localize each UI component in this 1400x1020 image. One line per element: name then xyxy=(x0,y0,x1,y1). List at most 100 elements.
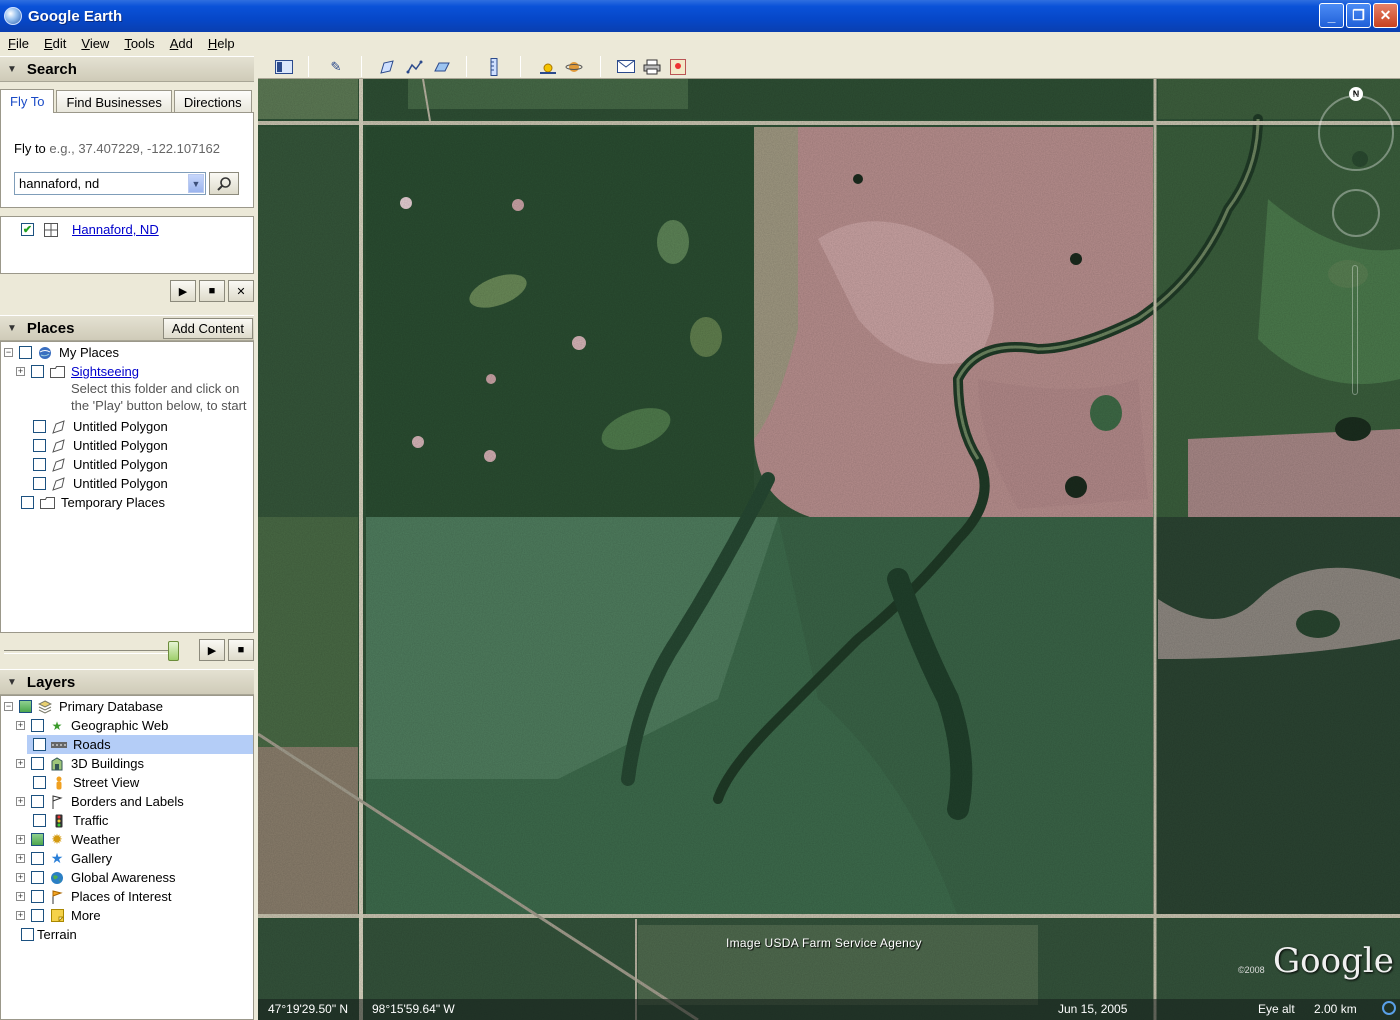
search-panel-header[interactable]: ▼ Search xyxy=(0,56,254,82)
path-tool-icon[interactable] xyxy=(405,57,425,76)
menu-help[interactable]: Help xyxy=(200,36,242,51)
tab-fly-to[interactable]: Fly To xyxy=(0,89,55,113)
layer-primary-database[interactable]: − Primary Database xyxy=(4,697,163,716)
planet-icon[interactable] xyxy=(564,57,584,76)
flag-icon xyxy=(49,794,65,809)
layer-terrain[interactable]: Terrain xyxy=(21,925,77,944)
layer-3d-buildings[interactable]: + 3D Buildings xyxy=(16,754,144,773)
tab-find-businesses[interactable]: Find Businesses xyxy=(56,90,172,113)
expand-toggle[interactable]: + xyxy=(16,835,25,844)
checkbox[interactable] xyxy=(31,719,44,732)
expand-toggle[interactable]: + xyxy=(16,854,25,863)
ruler-icon[interactable] xyxy=(484,57,504,76)
menu-add[interactable]: Add xyxy=(162,36,200,51)
layer-traffic[interactable]: Traffic xyxy=(33,811,108,830)
maximize-button[interactable]: ❐ xyxy=(1346,3,1371,28)
checkbox[interactable] xyxy=(31,852,44,865)
tree-item-polygon[interactable]: Untitled Polygon xyxy=(33,474,168,493)
search-result-item[interactable]: ✔ Hannaford, ND xyxy=(21,222,159,237)
checkbox[interactable] xyxy=(33,420,46,433)
play-button[interactable]: ▶ xyxy=(170,280,196,302)
checkbox[interactable] xyxy=(33,439,46,452)
expand-toggle[interactable]: + xyxy=(16,721,25,730)
tree-item-polygon[interactable]: Untitled Polygon xyxy=(33,417,168,436)
menu-view[interactable]: View xyxy=(73,36,116,51)
menu-edit[interactable]: Edit xyxy=(36,36,73,51)
layers-panel-header[interactable]: ▼ Layers xyxy=(0,669,254,695)
expand-toggle[interactable]: + xyxy=(16,911,25,920)
zoom-slider[interactable] xyxy=(1352,265,1358,395)
menu-tools[interactable]: Tools xyxy=(116,36,161,51)
layer-street-view[interactable]: Street View xyxy=(33,773,139,792)
map-view[interactable]: N Image USDA Farm Service Agency ©2008 G… xyxy=(258,79,1400,1020)
navigation-control[interactable]: N xyxy=(1316,87,1396,417)
checkbox[interactable] xyxy=(19,346,32,359)
checkbox[interactable] xyxy=(33,814,46,827)
expand-toggle[interactable]: + xyxy=(16,797,25,806)
checkbox[interactable] xyxy=(33,477,46,490)
checkbox[interactable] xyxy=(21,496,34,509)
placemark-grid-icon xyxy=(43,222,59,237)
checkbox[interactable] xyxy=(21,928,34,941)
places-panel-header[interactable]: ▼ Places Add Content xyxy=(0,315,254,341)
expand-toggle[interactable]: + xyxy=(16,892,25,901)
checkbox[interactable] xyxy=(33,458,46,471)
tree-item-polygon[interactable]: Untitled Polygon xyxy=(33,436,168,455)
checkbox[interactable] xyxy=(31,757,44,770)
add-content-button[interactable]: Add Content xyxy=(162,318,253,339)
checkbox[interactable] xyxy=(31,890,44,903)
layer-gallery[interactable]: + ★ Gallery xyxy=(16,849,112,868)
print-icon[interactable] xyxy=(642,57,662,76)
result-link[interactable]: Hannaford, ND xyxy=(72,222,159,237)
expand-toggle[interactable]: + xyxy=(16,367,25,376)
expand-toggle[interactable]: + xyxy=(16,759,25,768)
collapse-toggle[interactable]: − xyxy=(4,702,13,711)
placemark-pin-icon[interactable]: ✎ xyxy=(326,57,346,76)
checkbox[interactable] xyxy=(19,700,32,713)
checkbox[interactable] xyxy=(31,795,44,808)
layer-places-of-interest[interactable]: + Places of Interest xyxy=(16,887,171,906)
checkbox[interactable] xyxy=(31,871,44,884)
checkbox[interactable] xyxy=(33,776,46,789)
layer-more[interactable]: + More xyxy=(16,906,101,925)
chevron-down-icon[interactable]: ▼ xyxy=(188,174,204,193)
close-window-button[interactable]: ✕ xyxy=(1373,3,1398,28)
clear-results-button[interactable]: ✕ xyxy=(228,280,254,302)
layer-borders-labels[interactable]: + Borders and Labels xyxy=(16,792,184,811)
google-maps-icon[interactable] xyxy=(668,57,688,76)
look-joystick-ring[interactable] xyxy=(1318,95,1394,171)
layer-roads[interactable]: Roads xyxy=(27,735,253,754)
move-joystick-ring[interactable] xyxy=(1332,189,1380,237)
places-tree: − My Places + Sightseeing Select this fo… xyxy=(0,341,254,633)
expand-toggle[interactable]: + xyxy=(16,873,25,882)
stop-button[interactable]: ■ xyxy=(199,280,225,302)
result-checkbox[interactable]: ✔ xyxy=(21,223,34,236)
menu-file[interactable]: File xyxy=(0,36,36,51)
checkbox[interactable] xyxy=(31,833,44,846)
image-overlay-icon[interactable] xyxy=(432,57,452,76)
minimize-button[interactable]: _ xyxy=(1319,3,1344,28)
tree-item-my-places[interactable]: − My Places xyxy=(4,343,119,362)
fly-to-input[interactable]: hannaford, nd ▼ xyxy=(14,172,206,195)
checkbox[interactable] xyxy=(33,738,46,751)
layer-label: Terrain xyxy=(37,927,77,942)
collapse-toggle[interactable]: − xyxy=(4,348,13,357)
tab-directions[interactable]: Directions xyxy=(173,90,252,113)
play-tour-button[interactable]: ▶ xyxy=(199,639,225,661)
sidebar-toggle-icon[interactable] xyxy=(274,57,294,76)
tree-item-sightseeing[interactable]: + Sightseeing xyxy=(16,362,139,381)
checkbox[interactable] xyxy=(31,365,44,378)
stop-tour-button[interactable]: ■ xyxy=(228,639,254,661)
search-button[interactable] xyxy=(209,172,239,195)
tree-item-temporary-places[interactable]: Temporary Places xyxy=(21,493,165,512)
sunlight-icon[interactable] xyxy=(538,57,558,76)
layer-geographic-web[interactable]: + ★ Geographic Web xyxy=(16,716,168,735)
layer-global-awareness[interactable]: + Global Awareness xyxy=(16,868,176,887)
checkbox[interactable] xyxy=(31,909,44,922)
tour-speed-slider-thumb[interactable] xyxy=(168,641,179,661)
tree-item-polygon[interactable]: Untitled Polygon xyxy=(33,455,168,474)
email-icon[interactable] xyxy=(616,57,636,76)
layer-weather[interactable]: + ✹ Weather xyxy=(16,830,120,849)
tour-speed-slider-track[interactable] xyxy=(4,650,174,654)
polygon-tool-icon[interactable] xyxy=(378,57,398,76)
